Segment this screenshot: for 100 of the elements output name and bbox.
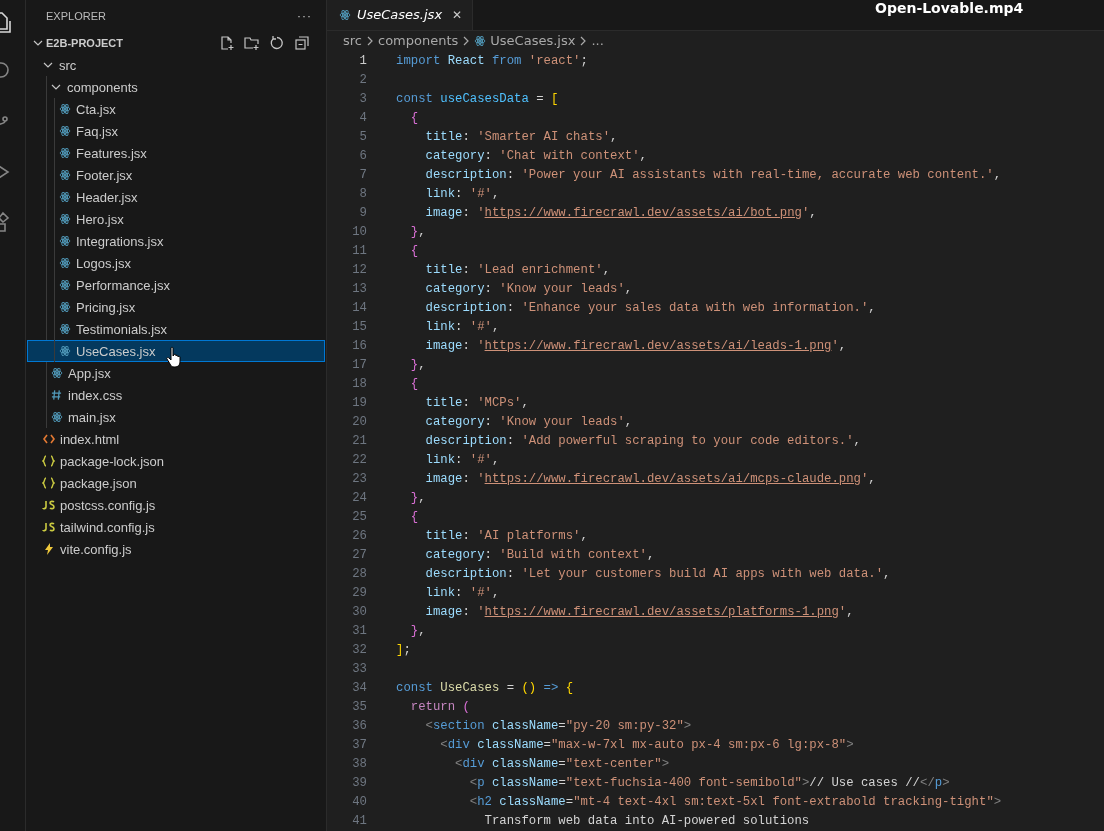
line-number: 11 [351, 243, 367, 260]
tree-item[interactable]: Logos.jsx [27, 252, 325, 274]
tree-item[interactable]: App.jsx [27, 362, 325, 384]
code-line: link: '#', [424, 452, 500, 469]
code-line: ]; [396, 642, 411, 659]
line-number: 37 [351, 737, 367, 754]
code-line: title: 'AI platforms', [424, 528, 588, 545]
line-number: 20 [351, 414, 367, 431]
new-file-icon[interactable] [219, 35, 235, 51]
video-title: Open-Lovable.mp4 [875, 0, 1024, 16]
tree-item[interactable]: Footer.jsx [27, 164, 325, 186]
breadcrumb[interactable]: ... [591, 33, 604, 49]
react-file-icon [58, 169, 71, 181]
code-line: { [409, 243, 419, 260]
code-line: <div className="text-center"> [454, 756, 670, 773]
code-line: }, [409, 224, 426, 241]
code-line: Transform web data into AI-powered solutions [483, 813, 810, 830]
new-folder-icon[interactable] [244, 35, 260, 51]
collapse-all-icon[interactable] [294, 35, 310, 51]
line-number: 4 [358, 110, 367, 127]
close-tab-button[interactable]: ✕ [448, 7, 463, 22]
code-line: { [409, 509, 419, 526]
line-number: 9 [358, 205, 367, 222]
line-number: 12 [351, 262, 367, 279]
js-icon [42, 500, 55, 510]
code-line: category: 'Chat with context', [424, 148, 647, 165]
tree-item[interactable]: Header.jsx [27, 186, 325, 208]
angle-brackets-icon [42, 434, 55, 444]
code-line: <h2 className="mt-4 text-4xl sm:text-5xl font-extrabold tracking-tight"> [468, 794, 1002, 811]
braces-icon [42, 455, 55, 467]
line-number: 41 [351, 813, 367, 830]
breadcrumb[interactable]: UseCases.jsx [490, 33, 576, 49]
react-file-icon [58, 301, 71, 313]
line-number: 10 [351, 224, 367, 241]
line-number: 17 [351, 357, 367, 374]
hand-cursor-icon [166, 346, 182, 368]
js-icon [42, 522, 55, 532]
react-file-icon [58, 323, 71, 335]
react-file-icon [50, 411, 63, 423]
line-number: 23 [351, 471, 367, 488]
code-line: link: '#', [424, 319, 500, 336]
code-line: import React from 'react'; [396, 53, 588, 70]
tree-item[interactable]: Pricing.jsx [27, 296, 325, 318]
lightning-icon [44, 543, 53, 555]
tree-item[interactable]: main.jsx [27, 406, 325, 428]
react-file-icon [58, 235, 71, 247]
tree-item[interactable]: src [27, 54, 325, 76]
code-line: image: 'https://www.firecrawl.dev/assets/platforms-1.png', [424, 604, 854, 621]
tree-item[interactable]: package.json [27, 472, 325, 494]
line-number: 5 [358, 129, 367, 146]
code-line: category: 'Build with context', [424, 547, 655, 564]
tree-item[interactable]: index.html [27, 428, 325, 450]
line-number: 18 [351, 376, 367, 393]
editor-tab[interactable]: UseCases.jsx ✕ [327, 0, 474, 30]
project-title[interactable]: E2B-PROJECT [46, 37, 219, 49]
code-line: <section className="py-20 sm:py-32"> [424, 718, 692, 735]
line-number: 32 [351, 642, 367, 659]
code-line: const UseCases = () => { [396, 680, 574, 697]
tree-item[interactable]: postcss.config.js [27, 494, 325, 516]
tree-item[interactable]: package-lock.json [27, 450, 325, 472]
more-actions-button[interactable]: ··· [297, 9, 312, 23]
tree-item[interactable]: Performance.jsx [27, 274, 325, 296]
line-number: 29 [351, 585, 367, 602]
code-line: description: 'Let your customers build AI apps with web data.', [424, 566, 891, 583]
react-file-icon [58, 213, 71, 225]
line-number: 30 [351, 604, 367, 621]
line-number: 13 [351, 281, 367, 298]
tree-item[interactable]: tailwind.config.js [27, 516, 325, 538]
line-number: 35 [351, 699, 367, 716]
code-line: description: 'Enhance your sales data with web information.', [424, 300, 876, 317]
line-number: 26 [351, 528, 367, 545]
code-line: return ( [409, 699, 470, 716]
tree-item[interactable]: Cta.jsx [27, 98, 325, 120]
code-line: description: 'Power your AI assistants with real-time, accurate web content.', [424, 167, 1002, 184]
react-file-icon [339, 8, 351, 21]
code-line: category: 'Know your leads', [424, 414, 633, 431]
react-file-icon [58, 191, 71, 203]
tree-item[interactable]: Hero.jsx [27, 208, 325, 230]
line-number: 22 [351, 452, 367, 469]
tree-item[interactable]: index.css [27, 384, 325, 406]
react-file-icon [474, 34, 487, 47]
code-line: link: '#', [424, 585, 500, 602]
react-file-icon [58, 103, 71, 115]
code-line: }, [409, 623, 426, 640]
tree-item[interactable]: vite.config.js [27, 538, 325, 560]
tree-item[interactable]: components [27, 76, 325, 98]
tree-item[interactable]: Integrations.jsx [27, 230, 325, 252]
breadcrumb[interactable]: components [378, 33, 459, 49]
code-line: { [409, 110, 419, 127]
line-number: 36 [351, 718, 367, 735]
tree-item[interactable]: UseCases.jsx [27, 340, 325, 362]
code-line: }, [409, 490, 426, 507]
tree-item[interactable]: Testimonials.jsx [27, 318, 325, 340]
code-line: const useCasesData = [ [396, 91, 559, 108]
code-line: image: 'https://www.firecrawl.dev/assets/ai/bot.png', [424, 205, 817, 222]
tree-item[interactable]: Features.jsx [27, 142, 325, 164]
breadcrumb[interactable]: src [343, 33, 362, 49]
refresh-icon[interactable] [269, 35, 285, 51]
tree-item[interactable]: Faq.jsx [27, 120, 325, 142]
react-file-icon [58, 125, 71, 137]
